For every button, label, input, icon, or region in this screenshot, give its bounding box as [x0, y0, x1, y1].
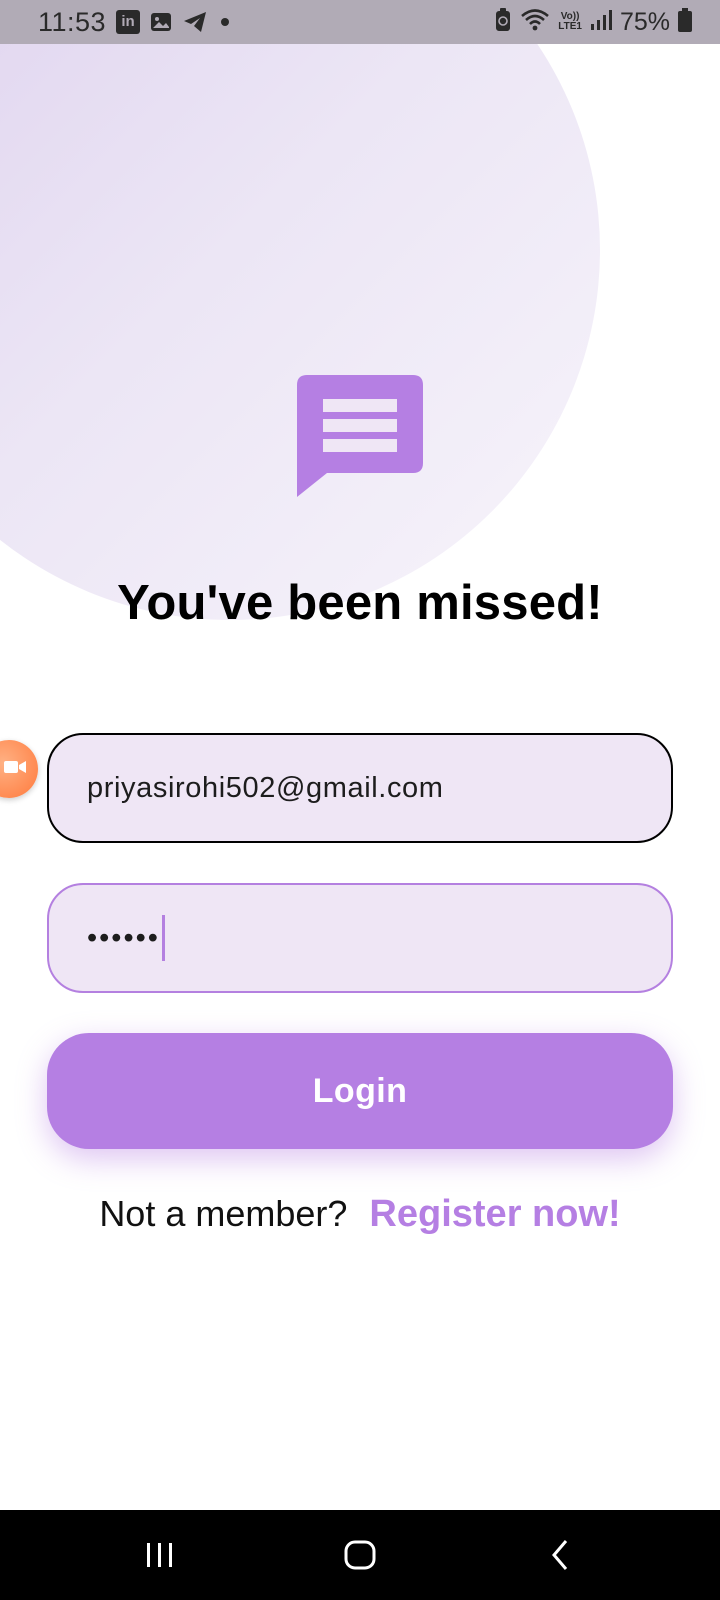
battery-percent: 75%	[619, 7, 670, 36]
navigation-bar	[0, 1510, 720, 1600]
status-right-group: Vo)) LTE1 75%	[494, 7, 692, 38]
gallery-icon	[149, 10, 173, 34]
recycle-icon	[494, 7, 512, 38]
recent-apps-button[interactable]	[130, 1525, 190, 1585]
background-circle	[0, 0, 600, 620]
register-row: Not a member? Register now!	[0, 1193, 720, 1236]
headline: You've been missed!	[117, 576, 603, 630]
wifi-icon	[520, 8, 550, 37]
register-prompt: Not a member?	[99, 1193, 348, 1234]
email-value: priyasirohi502@gmail.com	[87, 771, 444, 804]
linkedin-icon: in	[116, 10, 141, 34]
volte-indicator: Vo)) LTE1	[558, 12, 582, 32]
signal-icon	[590, 9, 612, 36]
screen-recorder-bubble[interactable]	[0, 740, 38, 798]
chat-message-icon	[297, 375, 423, 501]
back-icon	[552, 1540, 568, 1570]
volte-line2: LTE1	[558, 21, 582, 32]
password-value: ••••••	[87, 921, 160, 954]
home-icon	[344, 1540, 376, 1570]
home-button[interactable]	[330, 1525, 390, 1585]
video-camera-icon	[4, 759, 26, 780]
text-cursor	[161, 915, 165, 961]
email-field[interactable]: priyasirohi502@gmail.com	[47, 733, 673, 843]
status-time: 11:53	[38, 6, 107, 37]
register-link[interactable]: Register now!	[369, 1193, 620, 1236]
password-field[interactable]: ••••••	[47, 883, 673, 993]
login-screen: 11:53 in Vo)) LTE1 75% You've been misse…	[0, 0, 720, 1600]
status-bar: 11:53 in Vo)) LTE1 75%	[0, 0, 720, 44]
login-button[interactable]: Login	[47, 1033, 673, 1149]
back-button[interactable]	[530, 1525, 590, 1585]
recent-apps-icon	[147, 1543, 172, 1567]
telegram-icon	[182, 10, 208, 34]
battery-icon	[678, 7, 692, 37]
notification-dot	[221, 18, 230, 26]
